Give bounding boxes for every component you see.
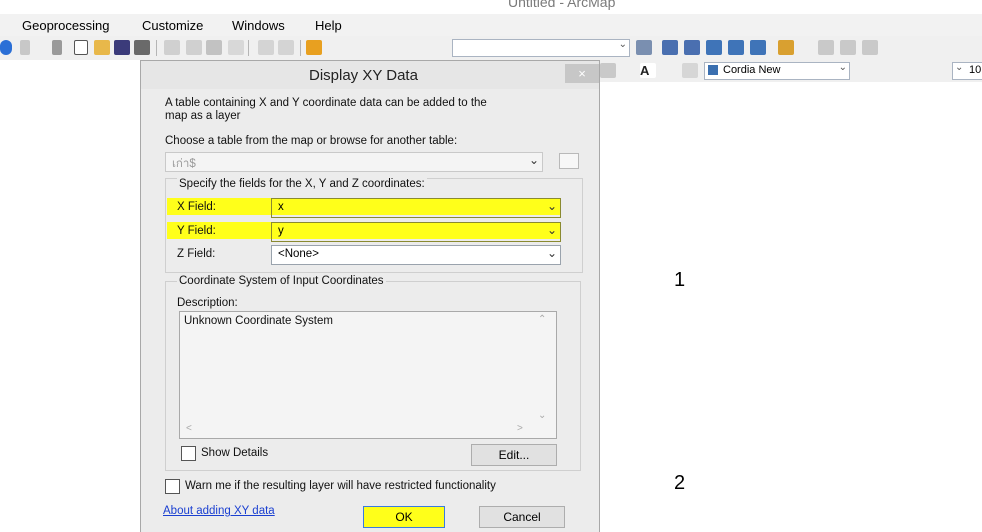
info-icon[interactable]: [0, 40, 12, 55]
display-xy-data-dialog: Display XY Data × A table containing X a…: [140, 60, 600, 532]
show-details-label: Show Details: [201, 447, 269, 459]
about-adding-xy-data-link[interactable]: About adding XY data: [163, 505, 275, 517]
redo-icon[interactable]: [278, 40, 294, 55]
dialog-title-bar: Display XY Data ×: [141, 61, 599, 89]
model-builder-icon[interactable]: [778, 40, 794, 55]
z-field-combo[interactable]: <None> ⌄: [271, 245, 561, 265]
z-field-label: Z Field:: [177, 248, 216, 260]
font-name-value: Cordia New: [723, 64, 781, 76]
intro-text-line-2: map as a layer: [165, 110, 241, 122]
coordinate-system-group-label: Coordinate System of Input Coordinates: [177, 275, 386, 287]
menu-bar: Geoprocessing Customize Windows Help: [0, 14, 982, 36]
app-title: Untitled - ArcMap: [508, 0, 616, 10]
description-label: Description:: [177, 297, 238, 309]
font-name-combo[interactable]: Cordia New ⌄: [704, 62, 850, 80]
annotation-number-2: 2: [674, 472, 686, 494]
y-field-combo[interactable]: y ⌄: [271, 222, 561, 242]
toolbar-separator: [300, 40, 301, 56]
catalog-icon[interactable]: [684, 40, 700, 55]
warn-checkbox-label: Warn me if the resulting layer will have…: [185, 480, 496, 492]
copy-icon[interactable]: [186, 40, 202, 55]
menu-customize[interactable]: Customize: [142, 18, 203, 33]
edit-button[interactable]: Edit...: [471, 444, 557, 466]
intro-text-line-1: A table containing X and Y coordinate da…: [165, 97, 487, 109]
pan-icon[interactable]: [862, 40, 878, 55]
zoom-out-icon[interactable]: [840, 40, 856, 55]
menu-windows[interactable]: Windows: [232, 18, 285, 33]
x-field-value: x: [278, 201, 284, 213]
delete-icon[interactable]: [228, 40, 244, 55]
chevron-down-icon: ⌄: [546, 223, 557, 237]
text-icon[interactable]: A: [640, 63, 656, 78]
y-field-label: Y Field:: [177, 225, 216, 237]
close-button[interactable]: ×: [565, 64, 599, 83]
standard-toolbar: ⌄: [0, 36, 982, 60]
print-icon[interactable]: [134, 40, 150, 55]
cut-icon[interactable]: [164, 40, 180, 55]
new-document-icon[interactable]: [74, 40, 88, 55]
toolbar-separator: [156, 40, 157, 56]
python-window-icon[interactable]: [750, 40, 766, 55]
browse-folder-icon[interactable]: [559, 153, 579, 169]
menu-help[interactable]: Help: [315, 18, 342, 33]
editor-icon[interactable]: [636, 40, 652, 55]
title-bar: Untitled - ArcMap: [0, 0, 982, 14]
chevron-down-icon: ⌄: [546, 199, 557, 213]
toolbar-separator: [248, 40, 249, 56]
x-field-label: X Field:: [177, 201, 216, 213]
choose-table-label: Choose a table from the map or browse fo…: [165, 135, 458, 147]
scroll-up-icon[interactable]: ⌃: [538, 314, 546, 325]
chevron-down-icon: ⌄: [955, 62, 964, 73]
handle-icon: [52, 40, 62, 55]
search-window-icon[interactable]: [706, 40, 722, 55]
fields-group-label: Specify the fields for the X, Y and Z co…: [177, 178, 427, 190]
pen-icon[interactable]: [20, 40, 30, 55]
scroll-down-icon[interactable]: ⌄: [538, 410, 546, 421]
undo-icon[interactable]: [258, 40, 274, 55]
callout-icon[interactable]: [682, 63, 698, 78]
rectangle-icon[interactable]: [600, 63, 616, 78]
ok-button[interactable]: OK: [363, 506, 445, 528]
y-field-value: y: [278, 225, 284, 237]
description-value: Unknown Coordinate System: [184, 315, 333, 327]
table-value: เก่า$: [172, 158, 196, 170]
show-details-checkbox[interactable]: [181, 446, 196, 461]
scroll-right-icon[interactable]: >: [517, 423, 523, 434]
save-icon[interactable]: [114, 40, 130, 55]
arctoolbox-icon[interactable]: [728, 40, 744, 55]
chevron-down-icon: ⌄: [546, 246, 557, 260]
cancel-button[interactable]: Cancel: [479, 506, 565, 528]
menu-geoprocessing[interactable]: Geoprocessing: [22, 18, 109, 33]
scroll-left-icon[interactable]: <: [186, 423, 192, 434]
font-icon: [708, 65, 718, 75]
description-box[interactable]: Unknown Coordinate System ⌃ ⌄ < >: [179, 311, 557, 439]
warn-checkbox[interactable]: [165, 479, 180, 494]
annotation-number-1: 1: [674, 269, 686, 291]
zoom-in-icon[interactable]: [818, 40, 834, 55]
open-folder-icon[interactable]: [94, 40, 110, 55]
paste-icon[interactable]: [206, 40, 222, 55]
add-data-icon[interactable]: [306, 40, 322, 55]
z-field-value: <None>: [278, 248, 319, 260]
chevron-down-icon: ⌄: [528, 153, 539, 167]
font-size-combo[interactable]: ⌄ 10: [952, 62, 982, 80]
x-field-combo[interactable]: x ⌄: [271, 198, 561, 218]
font-size-value: 10: [969, 64, 982, 76]
scale-combo[interactable]: ⌄: [452, 39, 630, 57]
dialog-title: Display XY Data: [309, 67, 418, 84]
toc-icon[interactable]: [662, 40, 678, 55]
table-combo[interactable]: เก่า$ ⌄: [165, 152, 543, 172]
draw-toolbar: A Cordia New ⌄ ⌄ 10: [590, 60, 982, 82]
